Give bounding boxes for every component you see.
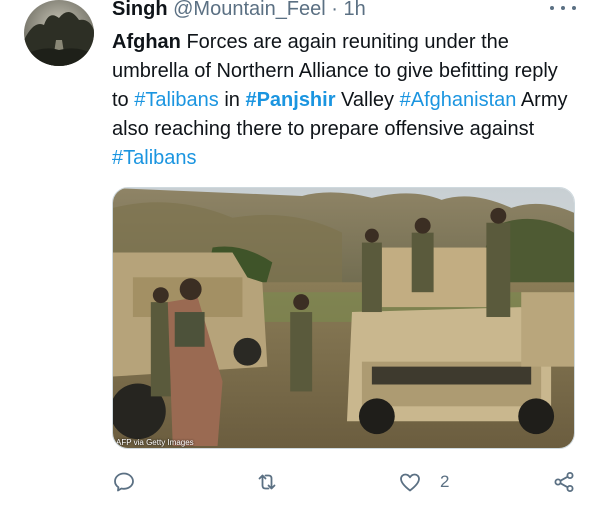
share-button[interactable] bbox=[552, 468, 576, 496]
retweet-button[interactable] bbox=[255, 468, 279, 496]
photo-credit: AFP via Getty Images bbox=[116, 438, 194, 447]
avatar-image bbox=[24, 0, 94, 66]
tweet-header: Singh @Mountain_Feel · 1h bbox=[112, 0, 366, 22]
tweet-actions: 2 bbox=[112, 468, 582, 496]
retweet-icon bbox=[258, 474, 276, 490]
tweet-text-segment: in bbox=[218, 89, 246, 111]
reply-icon bbox=[114, 472, 134, 492]
tweet-text-bold: Afghan bbox=[112, 31, 181, 53]
reply-button[interactable] bbox=[112, 468, 136, 496]
hashtag-link[interactable]: #Afghanistan bbox=[400, 89, 517, 111]
hashtag-link[interactable]: #Panjshir bbox=[245, 89, 335, 111]
share-icon bbox=[554, 472, 574, 492]
avatar[interactable] bbox=[24, 0, 94, 66]
heart-icon bbox=[400, 473, 420, 492]
hashtag-link[interactable]: #Talibans bbox=[134, 89, 219, 111]
tweet-text-segment: Valley bbox=[335, 89, 400, 111]
more-options-icon[interactable] bbox=[550, 0, 576, 16]
like-button[interactable]: 2 bbox=[398, 468, 449, 496]
separator-dot: · bbox=[331, 0, 338, 20]
author-handle[interactable]: @Mountain_Feel bbox=[173, 0, 326, 20]
like-count: 2 bbox=[440, 472, 450, 491]
timestamp[interactable]: 1h bbox=[344, 0, 366, 20]
tweet-media-photo[interactable]: AFP via Getty Images bbox=[112, 187, 575, 449]
photo-soldiers-humvees bbox=[113, 188, 574, 448]
tweet-text: Afghan Forces are again reuniting under … bbox=[112, 28, 572, 173]
author-name[interactable]: Singh bbox=[112, 0, 168, 20]
hashtag-link[interactable]: #Talibans bbox=[112, 147, 197, 169]
